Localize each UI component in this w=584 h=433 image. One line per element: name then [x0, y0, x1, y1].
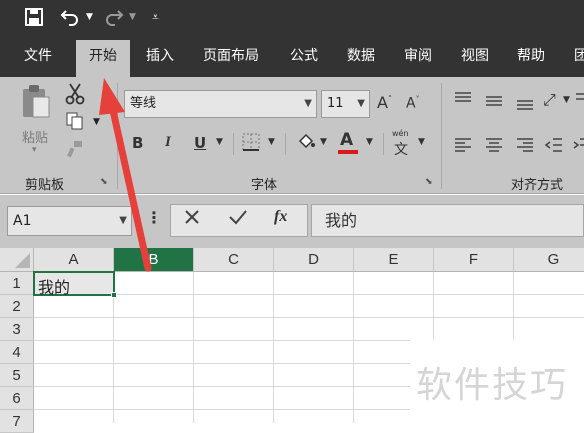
annotation-arrow — [99, 78, 152, 272]
